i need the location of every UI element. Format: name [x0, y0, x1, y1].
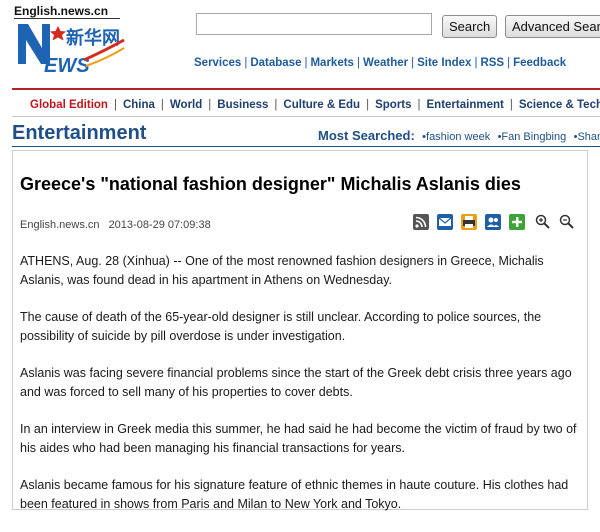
service-link-site-index[interactable]: Site Index: [417, 57, 471, 69]
nav-science-technology[interactable]: Science & Technology: [519, 99, 600, 111]
article-paragraph: Aslanis became famous for his signature …: [20, 478, 569, 511]
most-searched-item[interactable]: •fashion week: [422, 131, 490, 143]
most-searched: Most Searched: •fashion week •Fan Bingbi…: [318, 128, 600, 143]
nav-entertainment[interactable]: Entertainment: [427, 99, 504, 111]
service-links: Services | Database | Markets | Weather | Site I…: [194, 57, 567, 69]
article-body: ATHENS, Aug. 28 (Xinhua) -- One of the m…: [20, 252, 580, 532]
site-url[interactable]: English.news.cn: [14, 4, 108, 18]
print-icon[interactable]: [460, 213, 478, 231]
article-meta: English.news.cn 2013-08-29 07:09:38: [20, 219, 211, 231]
service-link-markets[interactable]: Markets: [310, 57, 353, 69]
logo-divider: [14, 18, 120, 19]
article-headline: Greece's "national fashion designer" Mic…: [20, 174, 521, 194]
nav-world[interactable]: World: [170, 99, 202, 111]
nav-sports[interactable]: Sports: [375, 99, 411, 111]
nav-global-edition[interactable]: Global Edition: [30, 99, 108, 111]
main-nav: Global Edition | China | World | Business | Cult…: [12, 90, 600, 117]
most-searched-label: Most Searched:: [318, 128, 415, 143]
article-paragraph: Aslanis was facing severe financial prob…: [20, 366, 572, 399]
article-paragraph: The cause of death of the 65-year-old de…: [20, 310, 542, 343]
zoom-in-icon[interactable]: [534, 213, 552, 231]
xinhua-news-logo[interactable]: 新华网 EWS: [14, 20, 126, 76]
nav-culture-edu[interactable]: Culture & Edu: [283, 99, 360, 111]
email-icon[interactable]: [436, 213, 454, 231]
nav-china[interactable]: China: [123, 99, 155, 111]
service-link-services[interactable]: Services: [194, 57, 241, 69]
service-link-weather[interactable]: Weather: [363, 57, 408, 69]
search-button[interactable]: Search: [442, 15, 498, 38]
article-source: English.news.cn: [20, 219, 100, 231]
site-header: English.news.cn 新华网 EWS Search Advanced …: [0, 0, 600, 88]
section-title[interactable]: Entertainment: [12, 122, 146, 145]
section-divider: [12, 146, 600, 147]
add-icon[interactable]: [508, 213, 526, 231]
contact-icon[interactable]: [484, 213, 502, 231]
service-link-rss[interactable]: RSS: [480, 57, 504, 69]
service-link-database[interactable]: Database: [250, 57, 301, 69]
advanced-search-button[interactable]: Advanced Search: [505, 15, 600, 38]
service-link-feedback[interactable]: Feedback: [513, 57, 566, 69]
most-searched-item[interactable]: •Fan Bingbing: [498, 131, 567, 143]
nav-business[interactable]: Business: [217, 99, 268, 111]
article-paragraph: ATHENS, Aug. 28 (Xinhua) -- One of the m…: [20, 254, 544, 287]
zoom-out-icon[interactable]: [558, 213, 576, 231]
article-paragraph: In an interview in Greek media this summ…: [20, 422, 577, 455]
article-date: 2013-08-29 07:09:38: [108, 219, 211, 231]
rss-icon[interactable]: [412, 213, 430, 231]
search-input[interactable]: [196, 13, 432, 35]
svg-text:EWS: EWS: [44, 55, 90, 76]
most-searched-item[interactable]: •Shanghai: [574, 131, 600, 143]
